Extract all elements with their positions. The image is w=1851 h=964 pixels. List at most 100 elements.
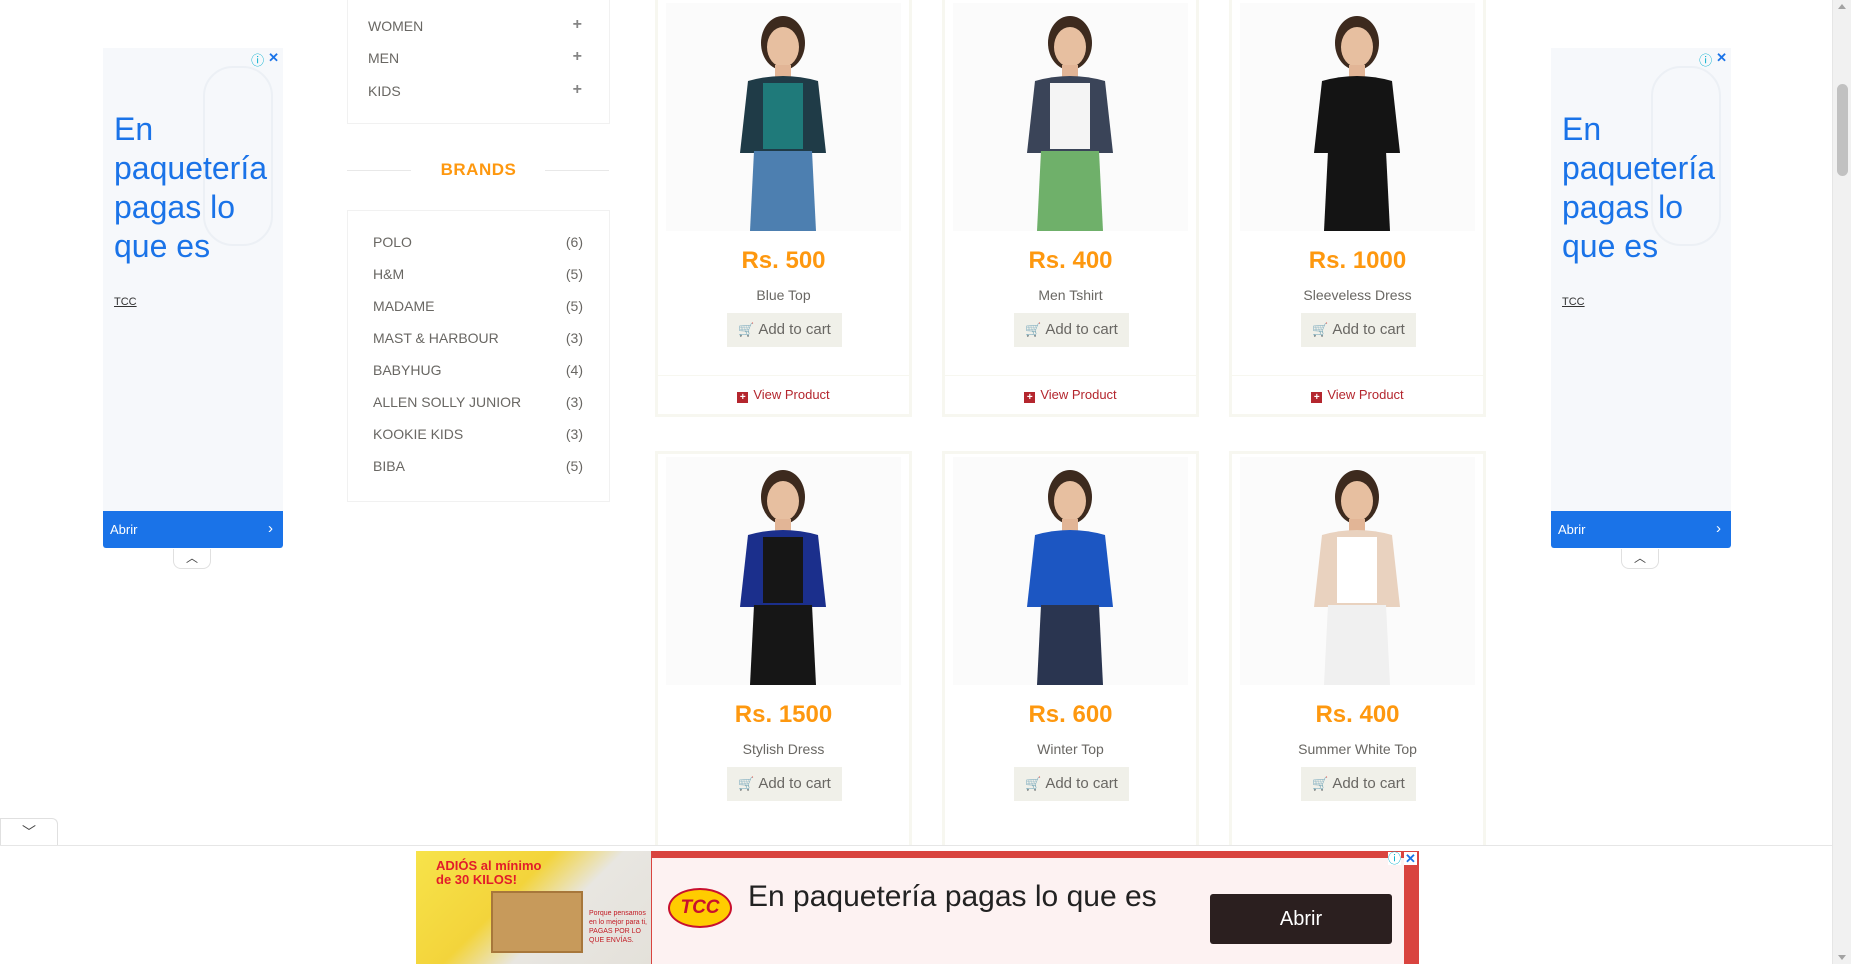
view-product-label: View Product [1040,387,1117,402]
ad-headline[interactable]: En paquetería pagas lo que es [748,878,1178,916]
scroll-thumb[interactable] [1837,84,1848,176]
product-card: Rs. 600 Winter Top 🛒 Add to cart [942,451,1199,871]
product-image[interactable] [666,3,901,231]
brands-heading: BRANDS [347,156,610,186]
chevron-up-icon[interactable]: ︿ [173,549,211,569]
brand-item[interactable]: BABYHUG (4) [373,362,583,378]
ad-open-button[interactable]: Abrir › [103,511,283,548]
ad-headline[interactable]: En paquetería pagas lo que es [114,110,279,266]
figure-bottom [1324,151,1390,231]
plus-icon[interactable]: + [573,16,582,34]
product-image[interactable] [953,3,1188,231]
brand-item[interactable]: ALLEN SOLLY JUNIOR (3) [373,394,583,410]
brand-item[interactable]: POLO (6) [373,234,583,250]
ad-headline[interactable]: En paquetería pagas lo que es [1562,110,1727,266]
brand-count: (3) [565,394,583,410]
category-label[interactable]: MEN [368,50,399,66]
plus-icon[interactable]: + [573,81,582,99]
brand-name[interactable]: KOOKIE KIDS [373,426,463,442]
view-product-link[interactable]: + View Product [945,375,1196,415]
brand-name[interactable]: MADAME [373,298,434,314]
product-price: Rs. 600 [1028,701,1113,728]
view-product-link[interactable]: + View Product [1232,375,1483,415]
add-to-cart-button[interactable]: 🛒 Add to cart [1014,767,1129,801]
add-to-cart-label: Add to cart [1332,321,1405,338]
category-men[interactable]: MEN + [368,48,590,66]
brand-count: (5) [565,266,583,282]
add-to-cart-button[interactable]: 🛒 Add to cart [727,313,842,347]
close-icon[interactable]: ✕ [1404,852,1417,865]
brand-name[interactable]: MAST & HARBOUR [373,330,499,346]
figure-face [767,27,799,67]
product-card: Rs. 1500 Stylish Dress 🛒 Add to cart [655,451,912,871]
chevron-up-icon[interactable]: ︿ [1621,549,1659,569]
brand-count: (5) [565,458,583,474]
product-figure [1314,16,1400,231]
brand-item[interactable]: KOOKIE KIDS (3) [373,426,583,442]
chevron-right-icon: › [268,520,273,537]
close-icon[interactable]: ✕ [268,50,279,69]
info-icon[interactable]: ⓘ [1699,50,1712,69]
brand-name[interactable]: POLO [373,234,412,250]
ad-brand[interactable]: TCC [1562,296,1585,308]
side-ad-left[interactable]: ⓘ ✕ En paquetería pagas lo que es TCC Abr… [103,48,283,569]
bottom-ad-banner[interactable]: ADIÓS al mínimo de 30 KILOS! Porque pens… [416,851,1419,964]
ad-brand[interactable]: TCC [114,296,137,308]
scroll-up-arrow-icon[interactable] [1838,4,1846,9]
product-image[interactable] [953,457,1188,685]
brand-name[interactable]: BABYHUG [373,362,441,378]
add-to-cart-button[interactable]: 🛒 Add to cart [727,767,842,801]
figure-bottom [1324,605,1390,685]
category-label[interactable]: KIDS [368,83,401,99]
category-label[interactable]: WOMEN [368,18,423,34]
category-panel: WOMEN + MEN + KIDS + [347,0,610,124]
shopping-cart-icon: 🛒 [738,776,755,791]
figure-top [1050,537,1090,603]
product-image[interactable] [1240,3,1475,231]
side-ad-right[interactable]: ⓘ ✕ En paquetería pagas lo que es TCC Abr… [1551,48,1731,569]
add-to-cart-button[interactable]: 🛒 Add to cart [1014,313,1129,347]
ad-open-button[interactable]: Abrir [1210,894,1392,944]
tcc-logo: TCC [668,888,732,928]
brand-item[interactable]: MADAME (5) [373,298,583,314]
plus-square-icon: + [1024,392,1036,403]
brand-name[interactable]: H&M [373,266,404,282]
add-to-cart-button[interactable]: 🛒 Add to cart [1301,767,1416,801]
view-product-link[interactable]: + View Product [658,375,909,415]
category-kids[interactable]: KIDS + [368,81,590,99]
brand-count: (3) [565,330,583,346]
plus-icon[interactable]: + [573,48,582,66]
category-women[interactable]: WOMEN + [368,16,590,34]
product-figure [740,470,826,685]
figure-face [767,481,799,521]
chevron-down-icon[interactable]: ﹀ [0,818,58,846]
scroll-down-arrow-icon[interactable] [1838,955,1846,960]
info-icon[interactable]: ⓘ [251,50,264,69]
ad-card[interactable]: TCC En paquetería pagas lo que es Abrir [652,858,1404,964]
figure-bottom [750,151,816,231]
ad-open-button[interactable]: Abrir › [1551,511,1731,548]
add-to-cart-label: Add to cart [758,775,831,792]
brand-item[interactable]: BIBA (5) [373,458,583,474]
figure-top [1050,83,1090,149]
close-icon[interactable]: ✕ [1716,50,1727,69]
view-product-label: View Product [1327,387,1404,402]
product-image[interactable] [1240,457,1475,685]
info-icon[interactable]: ⓘ [1388,852,1401,865]
promo-image[interactable]: ADIÓS al mínimo de 30 KILOS! Porque pens… [416,851,651,964]
product-price: Rs. 400 [1315,701,1400,728]
add-to-cart-button[interactable]: 🛒 Add to cart [1301,313,1416,347]
product-card: Rs. 400 Men Tshirt 🛒 Add to cart + View Pr… [942,0,1199,417]
chevron-right-icon: › [1716,520,1721,537]
brand-item[interactable]: MAST & HARBOUR (3) [373,330,583,346]
brand-count: (6) [565,234,583,250]
figure-bottom [1037,605,1103,685]
brand-name[interactable]: ALLEN SOLLY JUNIOR [373,394,521,410]
product-name: Summer White Top [1298,741,1417,757]
scrollbar[interactable] [1832,0,1851,964]
figure-top [763,537,803,603]
brand-item[interactable]: H&M (5) [373,266,583,282]
brand-name[interactable]: BIBA [373,458,405,474]
shopping-cart-icon: 🛒 [1025,322,1042,337]
product-image[interactable] [666,457,901,685]
